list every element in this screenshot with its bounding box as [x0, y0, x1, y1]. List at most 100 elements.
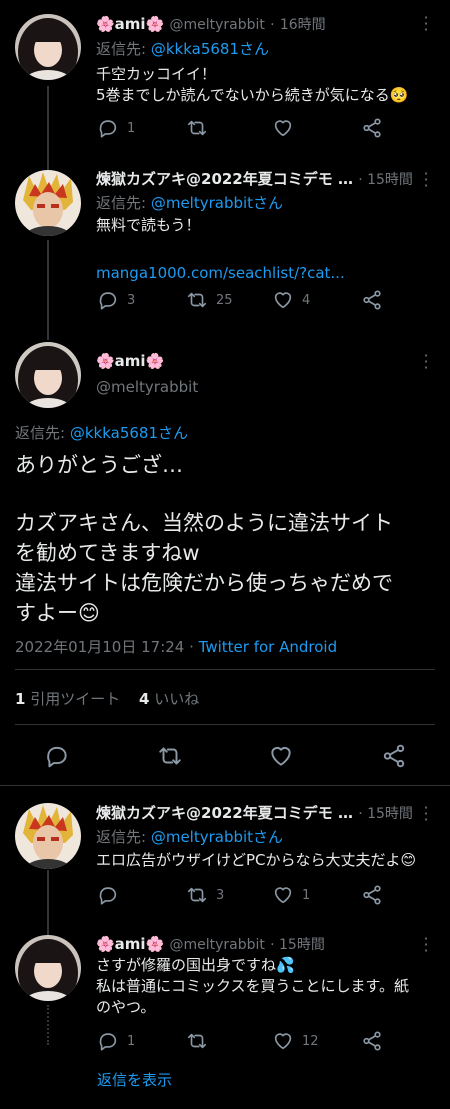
avatar[interactable] — [15, 342, 81, 408]
author-name[interactable]: 🌸ami🌸 @meltyrabbit · 15時間 — [96, 934, 325, 954]
retweet-icon[interactable] — [157, 743, 183, 769]
reply-button[interactable] — [97, 884, 127, 906]
handle[interactable]: @meltyrabbit — [169, 17, 264, 33]
reply-prefix: 返信先: — [96, 828, 151, 846]
retweet-button[interactable]: 3 — [186, 884, 224, 906]
heart-icon — [274, 887, 292, 904]
show-replies-link[interactable]: 返信を表示 — [97, 1069, 172, 1090]
reply-button[interactable]: 1 — [97, 1030, 135, 1052]
retweet-button[interactable] — [186, 117, 216, 139]
like-button[interactable] — [272, 117, 302, 139]
tweet-date[interactable]: 2022年01月10日 17:24 · — [15, 638, 199, 656]
retweet-icon — [187, 292, 207, 308]
retweet-count: 3 — [216, 887, 225, 903]
heart-icon — [274, 1033, 292, 1050]
display-name[interactable]: 煉獄カズアキ@2022年夏コミデモ … — [96, 804, 353, 822]
handle[interactable]: @meltyrabbit — [169, 937, 264, 953]
reply-icon — [99, 120, 117, 138]
retweet-button[interactable]: 25 — [186, 289, 233, 311]
avatar[interactable] — [15, 803, 81, 869]
display-name[interactable]: 🌸ami🌸 — [96, 352, 164, 370]
tweet-text-line: すよー😊 — [15, 601, 100, 625]
handle[interactable]: @meltyrabbit — [96, 378, 198, 396]
reply-prefix: 返信先: — [96, 194, 151, 212]
tweet-link[interactable]: manga1000.com/seachlist/?cat... — [96, 263, 436, 284]
tweet-text: 千空カッコイイ！ 5巻までしか読んでないから続きが気になる🥺 — [96, 64, 436, 106]
heart-icon[interactable] — [268, 743, 294, 769]
reply-context: 返信先: @kkka5681さん — [15, 422, 188, 443]
more-icon[interactable]: · · · — [421, 800, 431, 828]
avatar[interactable] — [15, 170, 81, 236]
author-name[interactable]: 煉獄カズアキ@2022年夏コミデモ … · 15時間 — [96, 168, 413, 189]
more-icon[interactable]: · · · — [421, 10, 431, 38]
tweet-meta: 2022年01月10日 17:24 · Twitter for Android — [15, 636, 337, 657]
share-icon — [363, 885, 381, 905]
display-name[interactable]: 煉獄カズアキ@2022年夏コミデモ … — [96, 170, 353, 188]
timestamp[interactable]: · 15時間 — [270, 937, 325, 953]
tweet-text-line: さすが修羅の国出身ですね💦 — [96, 956, 295, 974]
timestamp[interactable]: · 15時間 — [358, 172, 413, 188]
quote-label: 引用ツイート — [25, 690, 121, 708]
divider — [15, 724, 435, 725]
share-icon — [363, 1031, 381, 1051]
share-icon[interactable] — [381, 743, 407, 769]
timestamp[interactable]: 16時間 — [280, 17, 326, 33]
divider — [15, 669, 435, 670]
like-button[interactable]: 1 — [272, 884, 310, 906]
reply-button[interactable]: 3 — [97, 289, 135, 311]
retweet-button[interactable] — [186, 1030, 216, 1052]
thread-line — [47, 240, 49, 340]
avatar[interactable] — [15, 14, 81, 80]
like-button[interactable]: 4 — [272, 289, 310, 311]
tweet-text-line: のやつ。 — [96, 998, 156, 1016]
tweet-text-line: エロ広告がウザイけどPCからなら大丈夫だよ😊 — [96, 851, 417, 869]
share-button[interactable] — [361, 117, 383, 139]
thread-line-dotted — [47, 1005, 49, 1045]
retweet-count: 25 — [216, 292, 233, 308]
reply-to-link[interactable]: @kkka5681さん — [70, 424, 188, 442]
display-name[interactable]: 🌸ami🌸 — [96, 935, 164, 953]
quote-count: 1 — [15, 690, 26, 708]
more-icon[interactable]: · · · — [421, 348, 431, 376]
reply-to-link[interactable]: @kkka5681さん — [151, 40, 269, 58]
quote-tweets-stat[interactable]: 1 引用ツイート — [15, 690, 120, 708]
reply-context: 返信先: @kkka5681さん — [96, 38, 269, 59]
share-button[interactable] — [361, 884, 383, 906]
like-count: 1 — [302, 887, 311, 903]
heart-icon — [274, 120, 292, 137]
like-count: 4 — [302, 292, 311, 308]
author-name[interactable]: 煉獄カズアキ@2022年夏コミデモ … · 15時間 — [96, 802, 413, 823]
tweet-text-line: 無料で読もう！ — [96, 216, 201, 234]
tweet-text-line: 私は普通にコミックスを買うことにします。紙 — [96, 977, 410, 995]
retweet-icon — [187, 1033, 207, 1049]
tweet-text: エロ広告がウザイけどPCからなら大丈夫だよ😊 — [96, 850, 441, 871]
timestamp[interactable]: · 15時間 — [358, 806, 413, 822]
client-link[interactable]: Twitter for Android — [199, 638, 337, 656]
tweet-text: さすが修羅の国出身ですね💦 私は普通にコミックスを買うことにします。紙 のやつ。 — [96, 955, 436, 1018]
more-icon[interactable]: · · · — [421, 931, 431, 959]
author-name[interactable]: 🌸ami🌸 @meltyrabbit · 16時間 — [96, 14, 326, 34]
more-icon[interactable]: · · · — [421, 166, 431, 194]
reply-prefix: 返信先: — [15, 424, 70, 442]
share-button[interactable] — [361, 289, 383, 311]
reply-count: 1 — [127, 1033, 136, 1049]
reply-button[interactable]: 1 — [97, 117, 135, 139]
tweet-text: 無料で読もう！ manga1000.com/seachlist/?cat... — [96, 215, 436, 284]
reply-to-link[interactable]: @meltyrabbitさん — [151, 194, 283, 212]
thread-line — [47, 86, 49, 170]
display-name[interactable]: 🌸ami🌸 — [96, 15, 164, 33]
reply-count: 3 — [127, 292, 136, 308]
tweet-text-line: を勧めてきますねw — [15, 541, 200, 565]
like-button[interactable]: 12 — [272, 1030, 319, 1052]
avatar[interactable] — [15, 935, 81, 1001]
like-count: 12 — [302, 1033, 319, 1049]
likes-stat[interactable]: 4 いいね — [139, 690, 199, 708]
share-button[interactable] — [361, 1030, 383, 1052]
tweet-text-line: ありがとうござ… — [15, 453, 183, 477]
share-icon — [363, 290, 381, 310]
reply-icon[interactable] — [44, 743, 70, 769]
reply-to-link[interactable]: @meltyrabbitさん — [151, 828, 283, 846]
reply-context: 返信先: @meltyrabbitさん — [96, 826, 283, 847]
reply-context: 返信先: @meltyrabbitさん — [96, 192, 283, 213]
